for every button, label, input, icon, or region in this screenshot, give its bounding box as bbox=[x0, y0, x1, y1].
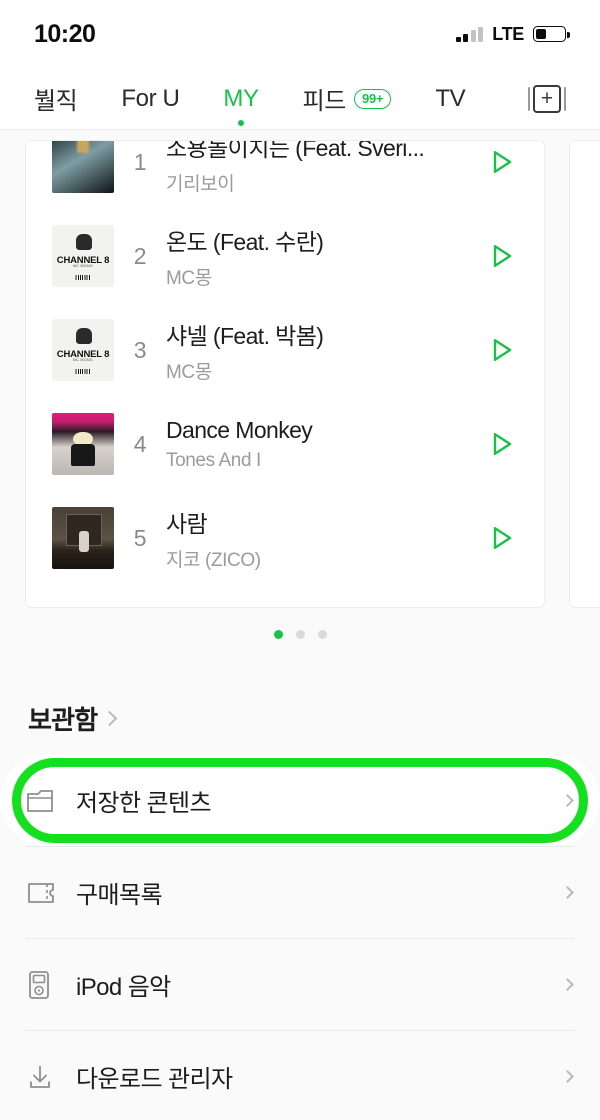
song-artist: 기리보이 bbox=[166, 173, 235, 195]
song-rank: 1 bbox=[133, 148, 147, 175]
play-button[interactable] bbox=[458, 523, 544, 553]
download-icon bbox=[26, 1063, 76, 1091]
play-triangle-icon bbox=[493, 339, 512, 361]
play-triangle-icon bbox=[493, 245, 512, 267]
song-meta: 소용돌이치는 (Feat. Sveri... 기리보이 bbox=[166, 140, 458, 196]
play-button[interactable] bbox=[458, 147, 544, 177]
app-screen: 10:20 LTE 붤직 For U MY 피드 99+ TV + 1 소용돌이… bbox=[0, 0, 600, 1120]
album-art-subtitle: MC MONG bbox=[72, 264, 94, 269]
song-artist: 지코 (ZICO) bbox=[166, 549, 261, 571]
tab-my[interactable]: MY bbox=[223, 84, 259, 126]
song-rank: 4 bbox=[133, 430, 147, 457]
menu-item-label: 저장한 콘텐츠 bbox=[76, 790, 212, 817]
chevron-right-icon bbox=[561, 886, 574, 899]
song-title: Dance Monkey bbox=[166, 416, 313, 443]
tab-label: MY bbox=[223, 84, 259, 112]
status-time: 10:20 bbox=[34, 19, 96, 48]
pager-dot[interactable] bbox=[317, 630, 327, 639]
network-type-label: LTE bbox=[492, 23, 524, 44]
menu-item-ipod-music[interactable]: iPod 음악 bbox=[0, 939, 600, 1030]
song-title: 사람 bbox=[166, 510, 208, 537]
tab-label: For U bbox=[121, 84, 180, 112]
active-tab-indicator-dot bbox=[237, 119, 244, 126]
ticket-icon bbox=[26, 881, 76, 905]
album-art: CHANNEL 8 MC MONG bbox=[52, 225, 114, 287]
tab-label: 붤직 bbox=[34, 88, 78, 115]
add-button[interactable]: + bbox=[528, 84, 566, 113]
library-menu-list: 저장한 콘텐츠 구매목록 iPod 음악 다운로드 관리자 bbox=[0, 755, 600, 1120]
tab-label: TV bbox=[435, 84, 466, 112]
play-button[interactable] bbox=[458, 241, 544, 271]
add-square-icon: + bbox=[533, 84, 561, 113]
play-triangle-icon bbox=[493, 527, 512, 549]
album-art bbox=[52, 507, 114, 569]
song-title: 소용돌이치는 (Feat. Sveri... bbox=[166, 140, 425, 161]
tab-feed[interactable]: 피드 99+ bbox=[303, 81, 392, 116]
play-button[interactable] bbox=[458, 335, 544, 365]
library-title: 보관함 bbox=[28, 705, 98, 735]
song-meta: 사람 지코 (ZICO) bbox=[166, 505, 458, 572]
chart-carousel[interactable]: 1 소용돌이치는 (Feat. Sveri... 기리보이 CHANNEL 8 … bbox=[0, 131, 600, 621]
add-left-bar bbox=[528, 86, 530, 111]
add-right-bar bbox=[564, 86, 566, 111]
signal-bars-icon bbox=[455, 26, 484, 42]
tab-for-u[interactable]: For U bbox=[121, 85, 179, 113]
tab-tv[interactable]: TV bbox=[435, 85, 465, 113]
menu-item-label: iPod 음악 bbox=[76, 974, 171, 1001]
song-row[interactable]: CHANNEL 8 MC MONG 3 샤넬 (Feat. 박봄) MC몽 bbox=[26, 303, 544, 397]
chevron-right-icon bbox=[561, 978, 574, 991]
tab-music[interactable]: 붤직 bbox=[34, 81, 78, 116]
pager-dot[interactable] bbox=[295, 630, 305, 639]
chevron-right-icon bbox=[561, 1070, 574, 1083]
chevron-right-icon bbox=[102, 710, 118, 727]
song-meta: 온도 (Feat. 수란) MC몽 bbox=[166, 223, 458, 290]
song-row[interactable]: 1 소용돌이치는 (Feat. Sveri... 기리보이 bbox=[26, 140, 544, 209]
play-triangle-icon bbox=[493, 433, 512, 455]
song-title: 온도 (Feat. 수란) bbox=[166, 228, 324, 255]
menu-item-saved-content[interactable]: 저장한 콘텐츠 bbox=[0, 755, 600, 846]
song-rank: 5 bbox=[133, 524, 147, 551]
menu-item-label: 구매목록 bbox=[76, 882, 163, 909]
battery-icon bbox=[533, 26, 570, 42]
tab-label: 피드 bbox=[302, 88, 347, 115]
song-artist: MC몽 bbox=[166, 361, 212, 383]
ipod-icon bbox=[26, 970, 76, 1000]
top-tab-bar: 붤직 For U MY 피드 99+ TV + bbox=[0, 68, 600, 130]
chart-card: 1 소용돌이치는 (Feat. Sveri... 기리보이 CHANNEL 8 … bbox=[25, 140, 545, 608]
chart-card-next-peek[interactable] bbox=[569, 140, 600, 608]
song-rank: 2 bbox=[133, 242, 147, 269]
status-indicators: LTE bbox=[455, 23, 570, 45]
library-header[interactable]: 보관함 bbox=[28, 700, 118, 737]
album-art bbox=[52, 141, 114, 193]
song-row[interactable]: 4 Dance Monkey Tones And I bbox=[26, 397, 544, 491]
feed-badge: 99+ bbox=[353, 88, 392, 109]
song-meta: Dance Monkey Tones And I bbox=[166, 417, 458, 472]
menu-item-download-manager[interactable]: 다운로드 관리자 bbox=[0, 1031, 600, 1120]
folder-icon bbox=[26, 788, 76, 814]
play-triangle-icon bbox=[493, 151, 512, 173]
menu-item-purchase-list[interactable]: 구매목록 bbox=[0, 847, 600, 938]
album-art: CHANNEL 8 MC MONG bbox=[52, 319, 114, 381]
album-art bbox=[52, 413, 114, 475]
song-artist: Tones And I bbox=[166, 449, 261, 471]
menu-item-label: 다운로드 관리자 bbox=[76, 1066, 233, 1093]
song-artist: MC몽 bbox=[166, 267, 212, 289]
pager-dot-active[interactable] bbox=[273, 630, 283, 639]
song-meta: 샤넬 (Feat. 박봄) MC몽 bbox=[166, 317, 458, 384]
song-rank: 3 bbox=[133, 336, 147, 363]
status-bar: 10:20 LTE bbox=[0, 0, 600, 68]
album-art-subtitle: MC MONG bbox=[72, 358, 94, 363]
song-row[interactable]: CHANNEL 8 MC MONG 2 온도 (Feat. 수란) MC몽 bbox=[26, 209, 544, 303]
carousel-pager[interactable] bbox=[0, 630, 600, 639]
song-title: 샤넬 (Feat. 박봄) bbox=[166, 322, 324, 349]
play-button[interactable] bbox=[458, 429, 544, 459]
chevron-right-icon bbox=[561, 794, 574, 807]
song-row[interactable]: 5 사람 지코 (ZICO) bbox=[26, 491, 544, 585]
